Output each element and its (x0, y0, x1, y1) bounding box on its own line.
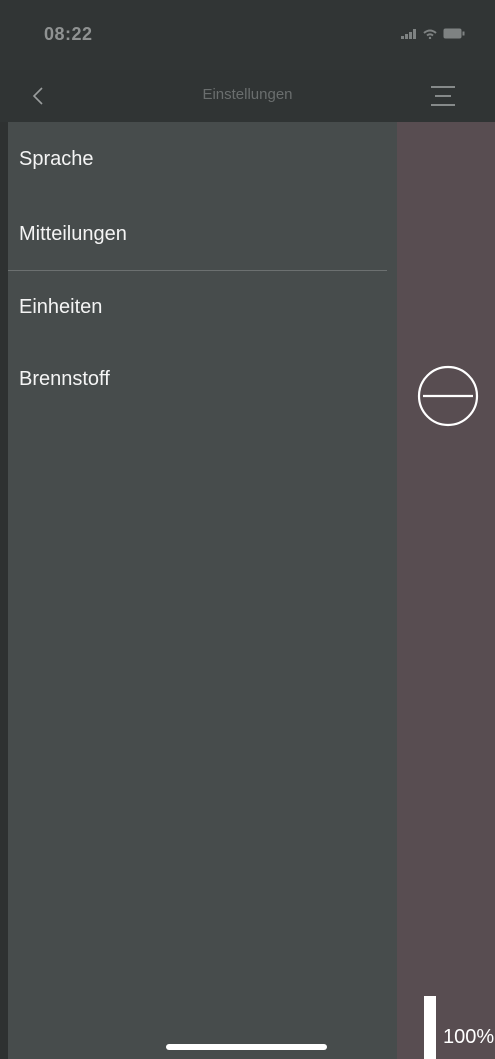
menu-item-label: Einheiten (19, 296, 103, 318)
back-button[interactable] (22, 78, 58, 114)
home-indicator[interactable] (166, 1044, 327, 1050)
status-bar: 08:22 (0, 0, 495, 70)
menu-item-label: Sprache (19, 148, 94, 170)
nav-bar: Einstellungen (0, 70, 495, 122)
minus-circle-icon (417, 365, 479, 431)
main-screen-panel: 100% (397, 122, 495, 1059)
menu-item-sprache[interactable]: Sprache (8, 132, 397, 192)
status-icons (401, 28, 465, 39)
minus-button[interactable] (417, 365, 479, 427)
wifi-icon (423, 29, 437, 39)
status-time: 08:22 (44, 24, 93, 44)
menu-item-label: Mitteilungen (19, 223, 127, 245)
menu-button[interactable] (425, 78, 461, 114)
signal-icon (401, 28, 417, 39)
menu-item-brennstoff[interactable]: Brennstoff (8, 352, 397, 412)
page-title: Einstellungen (202, 86, 293, 103)
level-bar (424, 996, 436, 1059)
settings-drawer: Sprache Mitteilungen Einheiten Brennstof… (8, 122, 397, 1059)
chevron-left-icon (22, 87, 58, 118)
hamburger-menu-icon (425, 86, 461, 118)
battery-icon (443, 28, 465, 39)
menu-item-label: Brennstoff (19, 368, 110, 390)
menu-item-einheiten[interactable]: Einheiten (8, 280, 397, 340)
menu-item-mitteilungen[interactable]: Mitteilungen (8, 207, 397, 267)
divider (8, 270, 387, 271)
level-value: 100% (443, 1026, 495, 1048)
